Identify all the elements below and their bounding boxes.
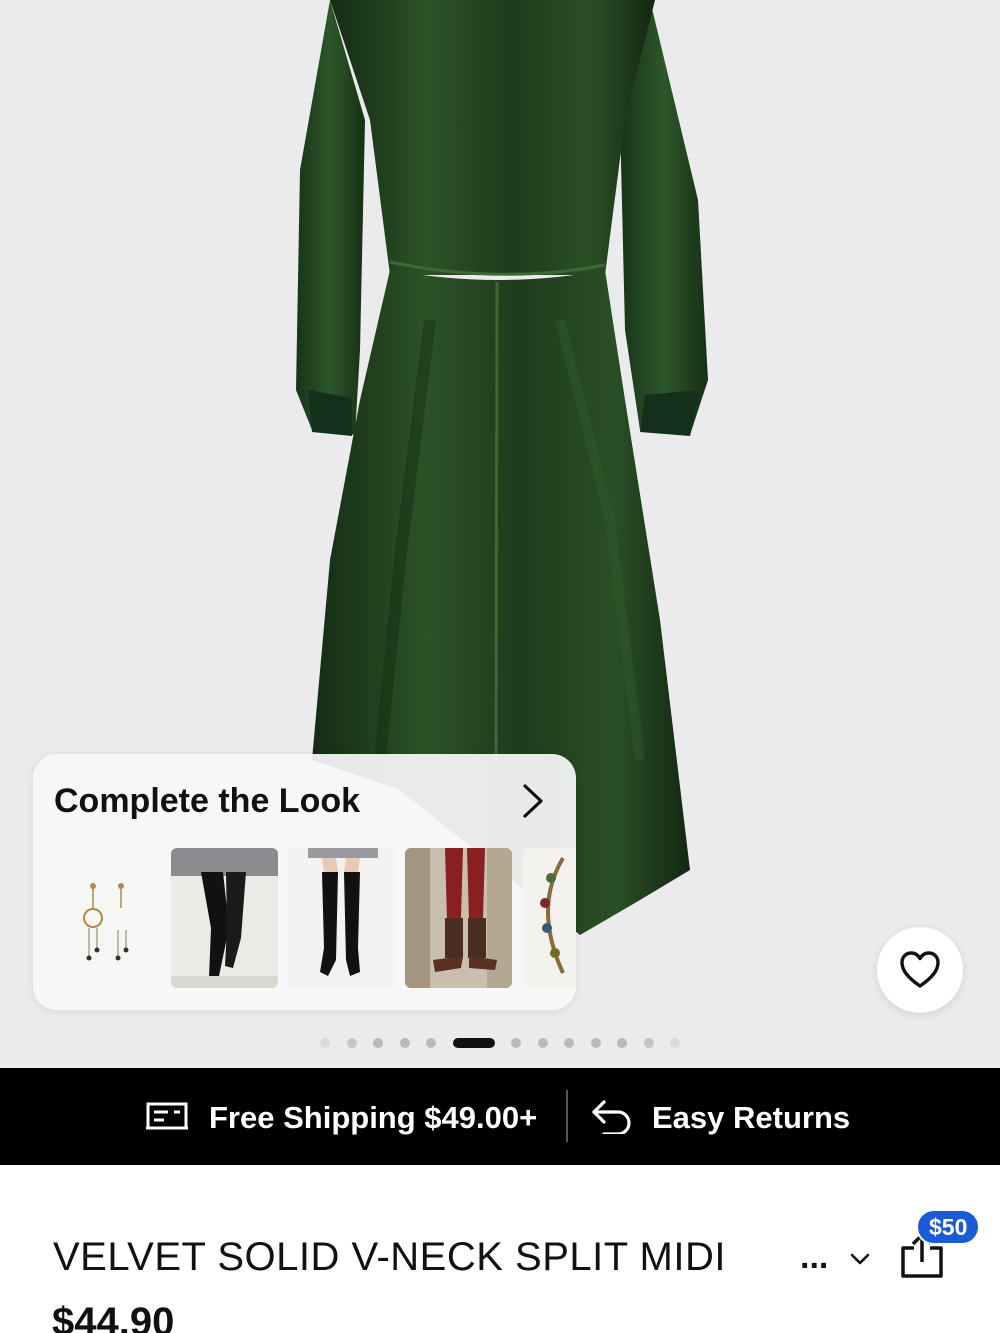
easy-returns-label: Easy Returns — [652, 1100, 851, 1135]
look-item-necklace[interactable] — [523, 848, 576, 988]
carousel-dot[interactable] — [373, 1038, 383, 1048]
heart-icon — [900, 951, 940, 988]
free-shipping-label: Free Shipping $49.00+ — [209, 1100, 538, 1135]
carousel-dot-active[interactable] — [452, 1038, 495, 1048]
look-item-over-knee-socks[interactable] — [288, 848, 395, 988]
product-image-carousel[interactable]: Complete the Look — [0, 0, 1000, 1068]
look-item-earrings[interactable] — [53, 848, 160, 988]
carousel-dot[interactable] — [564, 1038, 574, 1048]
look-item-red-tights[interactable] — [405, 848, 512, 988]
look-items-list — [53, 848, 576, 988]
carousel-dot[interactable] — [617, 1038, 627, 1048]
shipping-returns-bar: Free Shipping $49.00+ Easy Returns — [0, 1068, 1000, 1165]
return-arrow-icon — [592, 1100, 631, 1134]
carousel-dot[interactable] — [537, 1038, 548, 1048]
carousel-dot[interactable] — [670, 1038, 680, 1048]
carousel-dot[interactable] — [590, 1038, 601, 1048]
product-price: $44.90 — [52, 1300, 175, 1333]
divider — [566, 1090, 568, 1142]
expand-title-button[interactable]: ... — [800, 1238, 828, 1277]
carousel-dot[interactable] — [320, 1038, 330, 1048]
carousel-dot[interactable] — [511, 1038, 521, 1048]
carousel-dot[interactable] — [346, 1038, 357, 1048]
complete-the-look-card[interactable]: Complete the Look — [33, 754, 576, 1010]
carousel-pagination — [0, 1036, 1000, 1050]
chevron-down-icon[interactable] — [849, 1252, 871, 1266]
carousel-dot[interactable] — [426, 1038, 436, 1048]
coupon-badge[interactable]: $50 — [916, 1209, 981, 1245]
chevron-right-icon[interactable] — [517, 782, 549, 820]
complete-the-look-title: Complete the Look — [54, 782, 361, 820]
look-item-black-tights[interactable] — [171, 848, 278, 988]
favorite-button[interactable] — [877, 927, 963, 1013]
product-title: VELVET SOLID V-NECK SPLIT MIDI — [53, 1235, 726, 1279]
carousel-dot[interactable] — [643, 1038, 654, 1048]
carousel-dot[interactable] — [399, 1038, 410, 1048]
shipping-truck-icon — [146, 1102, 188, 1130]
